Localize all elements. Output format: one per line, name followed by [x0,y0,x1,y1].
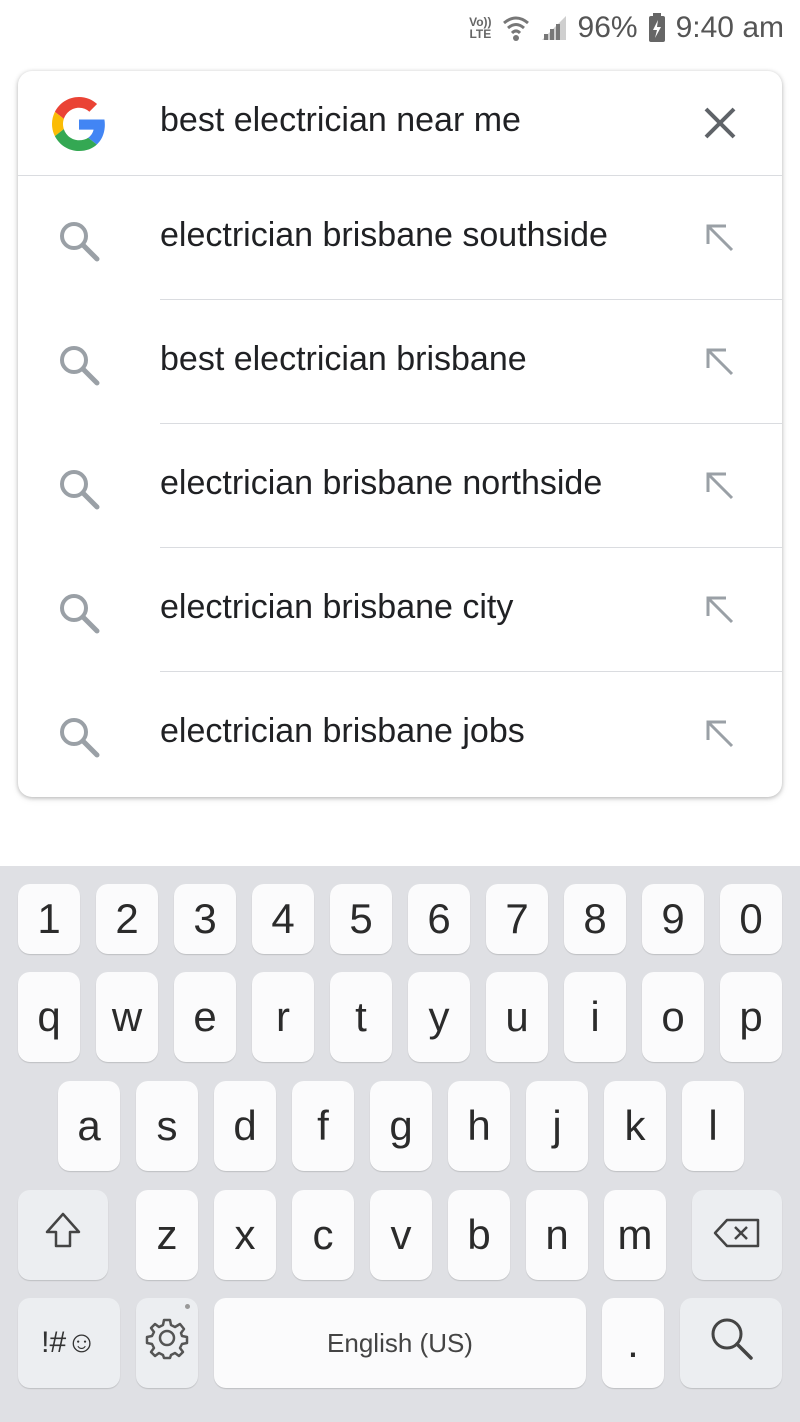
shift-key[interactable] [18,1190,108,1280]
search-icon [58,468,100,510]
key-e[interactable]: e [174,972,236,1062]
search-icon [58,716,100,758]
status-bar: Vo)) LTE 96% 9:40 am [0,0,800,56]
suggestion-text: electrician brisbane city [160,588,514,626]
key-s[interactable]: s [136,1081,198,1171]
key-t[interactable]: t [330,972,392,1062]
search-icon [58,344,100,386]
indicator-dot [185,1304,190,1309]
key-i[interactable]: i [564,972,626,1062]
suggestion-text: electrician brisbane jobs [160,712,525,750]
key-j[interactable]: j [526,1081,588,1171]
key-u[interactable]: u [486,972,548,1062]
suggestion-item[interactable]: electrician brisbane southside [18,176,782,300]
suggestion-item[interactable]: electrician brisbane jobs [18,672,782,796]
search-suggestions-card: best electrician near me electrician bri… [18,71,782,797]
clock: 9:40 am [675,11,784,44]
key-x[interactable]: x [214,1190,276,1280]
key-5[interactable]: 5 [330,884,392,954]
search-icon [58,592,100,634]
key-b[interactable]: b [448,1190,510,1280]
suggestion-item[interactable]: electrician brisbane northside [18,424,782,548]
settings-key[interactable] [136,1298,198,1388]
search-icon [707,1314,755,1372]
key-v[interactable]: v [370,1190,432,1280]
key-d[interactable]: d [214,1081,276,1171]
key-k[interactable]: k [604,1081,666,1171]
lte-label: LTE [469,27,492,41]
key-4[interactable]: 4 [252,884,314,954]
period-key[interactable]: . [602,1298,664,1388]
arrow-up-left-icon[interactable] [700,466,740,506]
search-input[interactable]: best electrician near me [160,101,521,140]
signal-icon [540,14,568,42]
suggestion-text: electrician brisbane southside [160,216,608,254]
space-key[interactable]: English (US) [214,1298,586,1388]
key-p[interactable]: p [720,972,782,1062]
key-l[interactable]: l [682,1081,744,1171]
key-7[interactable]: 7 [486,884,548,954]
volte-indicator: Vo)) LTE [469,16,491,40]
key-m[interactable]: m [604,1190,666,1280]
key-w[interactable]: w [96,972,158,1062]
shift-icon [43,1210,83,1260]
suggestion-item[interactable]: electrician brisbane city [18,548,782,672]
battery-charging-icon [648,13,666,43]
backspace-key[interactable] [692,1190,782,1280]
key-y[interactable]: y [408,972,470,1062]
arrow-up-left-icon[interactable] [700,342,740,382]
backspace-icon [713,1211,761,1259]
key-n[interactable]: n [526,1190,588,1280]
suggestion-text: best electrician brisbane [160,340,527,378]
soft-keyboard: 1 2 3 4 5 6 7 8 9 0 q w e r t y u i o p … [0,866,800,1422]
key-r[interactable]: r [252,972,314,1062]
key-o[interactable]: o [642,972,704,1062]
key-6[interactable]: 6 [408,884,470,954]
arrow-up-left-icon[interactable] [700,218,740,258]
google-g-icon [52,97,106,151]
key-h[interactable]: h [448,1081,510,1171]
key-2[interactable]: 2 [96,884,158,954]
suggestion-item[interactable]: best electrician brisbane [18,300,782,424]
key-8[interactable]: 8 [564,884,626,954]
key-1[interactable]: 1 [18,884,80,954]
search-icon [58,220,100,262]
close-icon[interactable] [698,101,742,145]
suggestion-text: electrician brisbane northside [160,464,603,502]
key-z[interactable]: z [136,1190,198,1280]
key-g[interactable]: g [370,1081,432,1171]
key-3[interactable]: 3 [174,884,236,954]
gear-icon [145,1316,189,1370]
search-key[interactable] [680,1298,782,1388]
arrow-up-left-icon[interactable] [700,590,740,630]
key-a[interactable]: a [58,1081,120,1171]
key-9[interactable]: 9 [642,884,704,954]
wifi-icon [502,13,530,43]
arrow-up-left-icon[interactable] [700,714,740,754]
search-bar[interactable]: best electrician near me [18,71,782,176]
key-c[interactable]: c [292,1190,354,1280]
symbols-key[interactable]: !#☺ [18,1298,120,1388]
key-f[interactable]: f [292,1081,354,1171]
key-q[interactable]: q [18,972,80,1062]
battery-percent: 96% [577,11,638,44]
key-0[interactable]: 0 [720,884,782,954]
